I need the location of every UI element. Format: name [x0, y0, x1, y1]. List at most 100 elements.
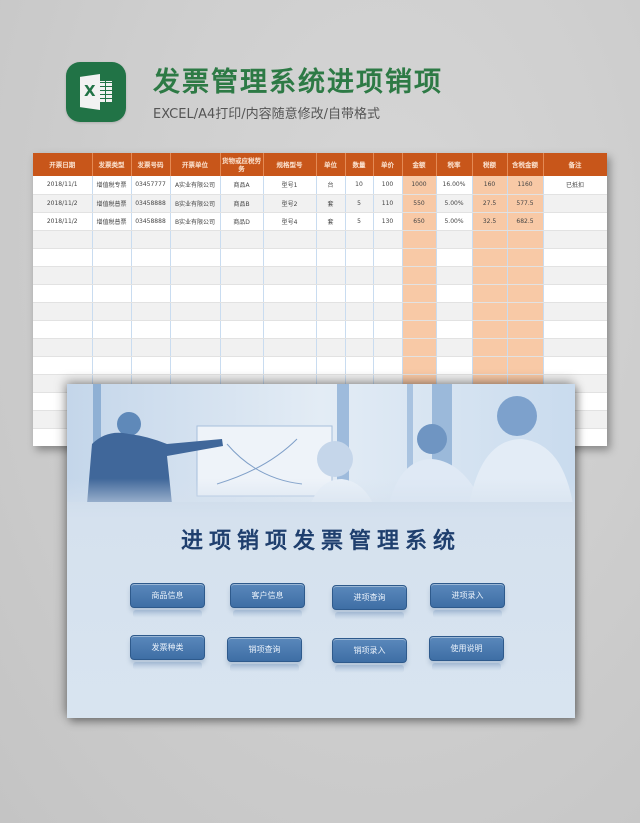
table-cell[interactable]	[345, 302, 374, 321]
table-cell[interactable]	[345, 338, 374, 357]
table-cell[interactable]	[436, 284, 473, 303]
table-cell[interactable]	[170, 320, 221, 339]
table-cell[interactable]	[436, 302, 473, 321]
table-cell[interactable]	[131, 320, 171, 339]
table-cell[interactable]	[373, 320, 403, 339]
column-header[interactable]: 开票单位	[170, 153, 221, 176]
table-cell[interactable]	[436, 266, 473, 285]
table-cell[interactable]	[316, 356, 346, 375]
column-header[interactable]: 发票类型	[92, 153, 132, 176]
table-cell[interactable]	[345, 266, 374, 285]
table-cell[interactable]	[131, 230, 171, 249]
table-cell[interactable]	[373, 248, 403, 267]
table-cell[interactable]: 商品B	[220, 194, 264, 213]
table-cell[interactable]	[507, 320, 544, 339]
table-cell[interactable]	[472, 320, 508, 339]
table-cell[interactable]	[92, 356, 132, 375]
table-cell[interactable]: 1160	[507, 176, 544, 195]
table-cell[interactable]	[345, 248, 374, 267]
table-cell[interactable]: 增值税普票	[92, 212, 132, 231]
table-cell[interactable]: 5	[345, 194, 374, 213]
table-cell[interactable]	[543, 284, 607, 303]
table-cell[interactable]	[316, 248, 346, 267]
table-cell[interactable]	[33, 338, 93, 357]
table-cell[interactable]: B实业有限公司	[170, 194, 221, 213]
table-cell[interactable]	[472, 248, 508, 267]
table-cell[interactable]	[220, 284, 264, 303]
table-cell[interactable]	[131, 356, 171, 375]
table-cell[interactable]	[92, 302, 132, 321]
table-cell[interactable]	[316, 302, 346, 321]
table-cell[interactable]	[263, 356, 317, 375]
table-cell[interactable]: 10	[345, 176, 374, 195]
table-cell[interactable]: 型号4	[263, 212, 317, 231]
table-cell[interactable]	[543, 356, 607, 375]
table-cell[interactable]: 550	[402, 194, 437, 213]
table-cell[interactable]	[170, 230, 221, 249]
table-cell[interactable]	[220, 230, 264, 249]
table-cell[interactable]	[436, 356, 473, 375]
table-cell[interactable]	[507, 266, 544, 285]
table-cell[interactable]: 套	[316, 194, 346, 213]
table-cell[interactable]	[507, 248, 544, 267]
table-cell[interactable]: 110	[373, 194, 403, 213]
table-cell[interactable]	[507, 356, 544, 375]
table-cell[interactable]: 03458888	[131, 194, 171, 213]
table-cell[interactable]: 套	[316, 212, 346, 231]
table-cell[interactable]	[33, 248, 93, 267]
table-cell[interactable]	[170, 356, 221, 375]
table-cell[interactable]	[436, 230, 473, 249]
table-cell[interactable]	[543, 194, 607, 213]
table-cell[interactable]	[402, 338, 437, 357]
table-cell[interactable]	[402, 248, 437, 267]
table-cell[interactable]	[472, 302, 508, 321]
column-header[interactable]: 规格型号	[263, 153, 317, 176]
table-cell[interactable]	[543, 338, 607, 357]
table-cell[interactable]: B实业有限公司	[170, 212, 221, 231]
table-cell[interactable]	[402, 356, 437, 375]
table-cell[interactable]	[543, 230, 607, 249]
input-query-button[interactable]: 进项查询	[332, 585, 407, 620]
table-cell[interactable]: 5	[345, 212, 374, 231]
table-cell[interactable]	[543, 212, 607, 231]
table-cell[interactable]: 型号1	[263, 176, 317, 195]
table-cell[interactable]	[131, 338, 171, 357]
column-header[interactable]: 单价	[373, 153, 403, 176]
table-cell[interactable]	[33, 356, 93, 375]
table-cell[interactable]	[316, 338, 346, 357]
table-cell[interactable]	[472, 338, 508, 357]
table-cell[interactable]	[263, 320, 317, 339]
table-cell[interactable]: 型号2	[263, 194, 317, 213]
table-cell[interactable]	[33, 284, 93, 303]
table-cell[interactable]	[263, 248, 317, 267]
table-cell[interactable]	[472, 266, 508, 285]
table-cell[interactable]: 03458888	[131, 212, 171, 231]
table-cell[interactable]	[220, 356, 264, 375]
table-cell[interactable]: 577.5	[507, 194, 544, 213]
table-cell[interactable]: 已抵扣	[543, 176, 607, 195]
table-cell[interactable]	[507, 302, 544, 321]
column-header[interactable]: 备注	[543, 153, 607, 176]
table-cell[interactable]: 27.5	[472, 194, 508, 213]
table-cell[interactable]	[507, 230, 544, 249]
table-cell[interactable]	[472, 356, 508, 375]
table-cell[interactable]	[131, 266, 171, 285]
table-cell[interactable]: 商品A	[220, 176, 264, 195]
table-cell[interactable]	[220, 248, 264, 267]
table-cell[interactable]	[507, 284, 544, 303]
table-cell[interactable]	[170, 302, 221, 321]
table-cell[interactable]	[263, 284, 317, 303]
column-header[interactable]: 数量	[345, 153, 374, 176]
table-cell[interactable]	[170, 248, 221, 267]
table-cell[interactable]	[316, 320, 346, 339]
table-cell[interactable]	[263, 338, 317, 357]
table-cell[interactable]	[131, 302, 171, 321]
instructions-button[interactable]: 使用说明	[429, 636, 504, 671]
table-cell[interactable]: 增值税专票	[92, 176, 132, 195]
table-cell[interactable]	[345, 284, 374, 303]
table-cell[interactable]	[402, 320, 437, 339]
table-cell[interactable]: 682.5	[507, 212, 544, 231]
table-cell[interactable]: 16.00%	[436, 176, 473, 195]
table-cell[interactable]: 1000	[402, 176, 437, 195]
table-cell[interactable]	[131, 284, 171, 303]
